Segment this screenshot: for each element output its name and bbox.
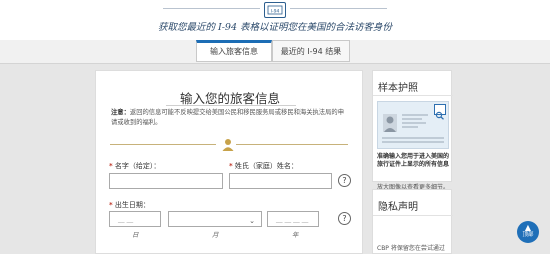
privacy-notice-title: 隐私声明 bbox=[378, 202, 418, 213]
day-sublabel: 日 bbox=[132, 231, 139, 239]
privacy-notice-text: CBP 将保留您在尝试通过 bbox=[377, 245, 445, 252]
panel-divider bbox=[373, 215, 453, 216]
svg-text:I-94: I-94 bbox=[271, 9, 280, 15]
section-divider-right bbox=[236, 144, 348, 145]
sample-passport-title: 样本护照 bbox=[378, 83, 418, 94]
dob-help-icon[interactable]: ? bbox=[338, 212, 351, 225]
title-underline bbox=[166, 105, 296, 106]
passport-instructions: 准确输入您用于进入美国的旅行证件上显示的所有信息 bbox=[377, 153, 450, 168]
dob-day-input[interactable]: __ __ bbox=[109, 211, 161, 227]
back-to-top-button[interactable]: ▲ 顶部 bbox=[517, 221, 539, 243]
section-divider-left bbox=[110, 144, 216, 145]
last-name-input[interactable] bbox=[229, 173, 332, 189]
first-name-input[interactable] bbox=[109, 173, 223, 189]
dob-month-select[interactable]: ⌄ bbox=[168, 211, 262, 227]
notice: 注意：返回的信息可能不反映提交给美国公民和移民服务局或移民和海关执法局的申请或收… bbox=[111, 108, 346, 127]
magnify-icon[interactable] bbox=[434, 104, 446, 120]
last-name-label: * 姓氏（家庭）姓名： bbox=[229, 162, 298, 170]
traveler-form-card: 输入您的旅客信息 注意：返回的信息可能不反映提交给美国公民和移民服务局或移民和海… bbox=[95, 70, 363, 254]
dob-year-placeholder: __ __ __ __ bbox=[276, 215, 309, 223]
person-icon bbox=[222, 137, 234, 151]
required-marker: * bbox=[109, 162, 113, 170]
month-sublabel: 月 bbox=[212, 231, 219, 239]
arrow-up-icon: ▲ bbox=[524, 223, 532, 232]
page-tagline: 获取您最近的 I-94 表格以证明您在美国的合法访客身份 bbox=[157, 22, 393, 33]
notice-text: 返回的信息可能不反映提交给美国公民和移民服务局或移民和海关执法局的申请或收到的福… bbox=[111, 109, 344, 126]
back-to-top-label: 顶部 bbox=[522, 232, 534, 238]
chevron-down-icon: ⌄ bbox=[249, 217, 255, 225]
sample-passport-panel: 样本护照 准确输入您用于进入美国的旅行证件上显示的所有信息 放大图像以查看更多细… bbox=[372, 70, 453, 191]
first-name-label: * 名字（给定）： bbox=[109, 162, 161, 170]
required-marker: * bbox=[109, 201, 113, 209]
required-marker: * bbox=[229, 162, 233, 170]
header-rule-left bbox=[163, 8, 260, 9]
year-sublabel: 年 bbox=[292, 231, 299, 239]
tab-recent-i94-results[interactable]: 最近的 I-94 结果 bbox=[272, 40, 350, 62]
i94-logo-icon: I-94 bbox=[264, 2, 286, 18]
panel-divider bbox=[373, 95, 453, 96]
header-rule-right bbox=[290, 8, 387, 9]
sample-passport-image[interactable] bbox=[377, 101, 449, 149]
tab-enter-traveler-info[interactable]: 输入旅客信息 bbox=[196, 40, 272, 62]
privacy-notice-panel: 隐私声明 CBP 将保留您在尝试通过 bbox=[372, 189, 453, 254]
dob-day-placeholder: __ __ bbox=[118, 215, 134, 223]
notice-label: 注意： bbox=[111, 109, 130, 116]
dob-label: * 出生日期： bbox=[109, 201, 150, 209]
dob-year-input[interactable]: __ __ __ __ bbox=[267, 211, 319, 227]
last-name-help-icon[interactable]: ? bbox=[338, 174, 351, 187]
